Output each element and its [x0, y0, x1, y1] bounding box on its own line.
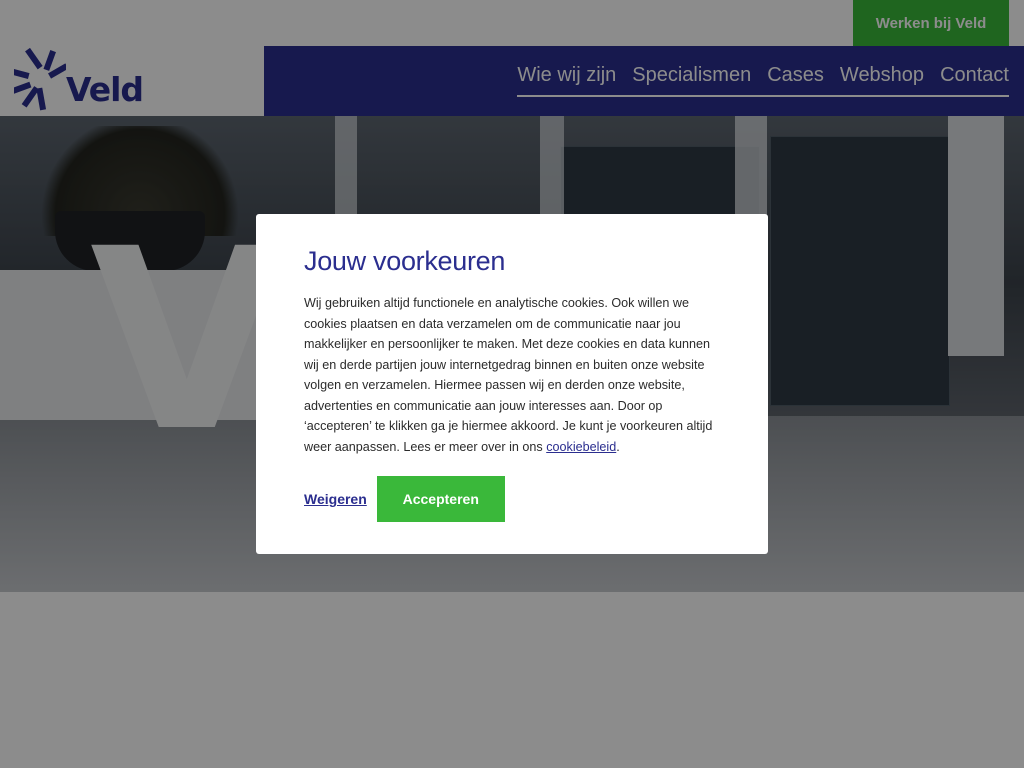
cookie-policy-link[interactable]: cookiebeleid: [546, 440, 616, 454]
accept-button[interactable]: Accepteren: [376, 476, 505, 522]
cookie-dialog-actions: Weigeren Accepteren: [304, 476, 505, 522]
cookie-dialog-body: Wij gebruiken altijd functionele en anal…: [304, 296, 713, 454]
decline-button[interactable]: Weigeren: [304, 491, 367, 507]
cookie-dialog-body-end: .: [616, 439, 620, 454]
cookie-consent-dialog: Jouw voorkeuren Wij gebruiken altijd fun…: [256, 214, 768, 554]
cookie-dialog-text: Wij gebruiken altijd functionele en anal…: [304, 293, 720, 457]
cookie-dialog-title: Jouw voorkeuren: [304, 246, 506, 276]
page: Werken bij Veld Veld Wie wij zijn Specia…: [0, 0, 1024, 768]
